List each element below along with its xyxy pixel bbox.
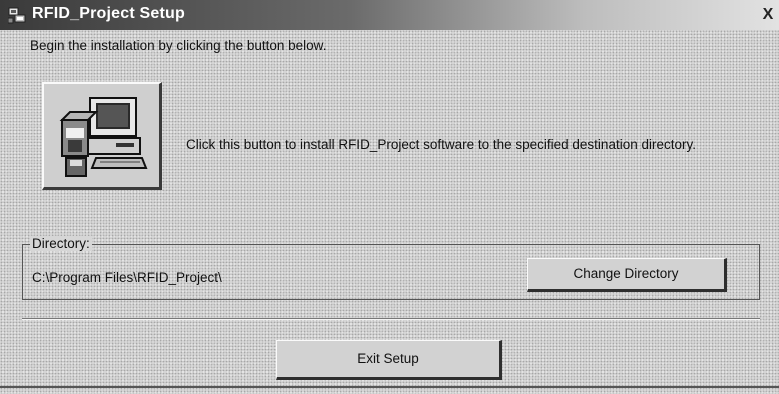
computer-install-icon — [59, 97, 148, 177]
window-bottom-edge — [0, 386, 779, 388]
setup-app-icon — [8, 7, 26, 24]
separator — [22, 318, 760, 320]
setup-dialog: RFID_Project Setup X Begin the installat… — [0, 0, 779, 394]
directory-path: C:\Program Files\RFID_Project\ — [32, 270, 222, 285]
intro-instruction: Begin the installation by clicking the b… — [30, 38, 327, 53]
directory-label: Directory: — [30, 236, 92, 251]
install-description: Click this button to install RFID_Projec… — [186, 137, 696, 152]
exit-setup-button[interactable]: Exit Setup — [276, 340, 502, 380]
close-icon[interactable]: X — [759, 6, 777, 24]
install-button[interactable] — [42, 82, 162, 190]
change-directory-button[interactable]: Change Directory — [527, 258, 727, 292]
window-title: RFID_Project Setup — [32, 5, 185, 22]
title-bar[interactable]: RFID_Project Setup X — [0, 0, 779, 30]
